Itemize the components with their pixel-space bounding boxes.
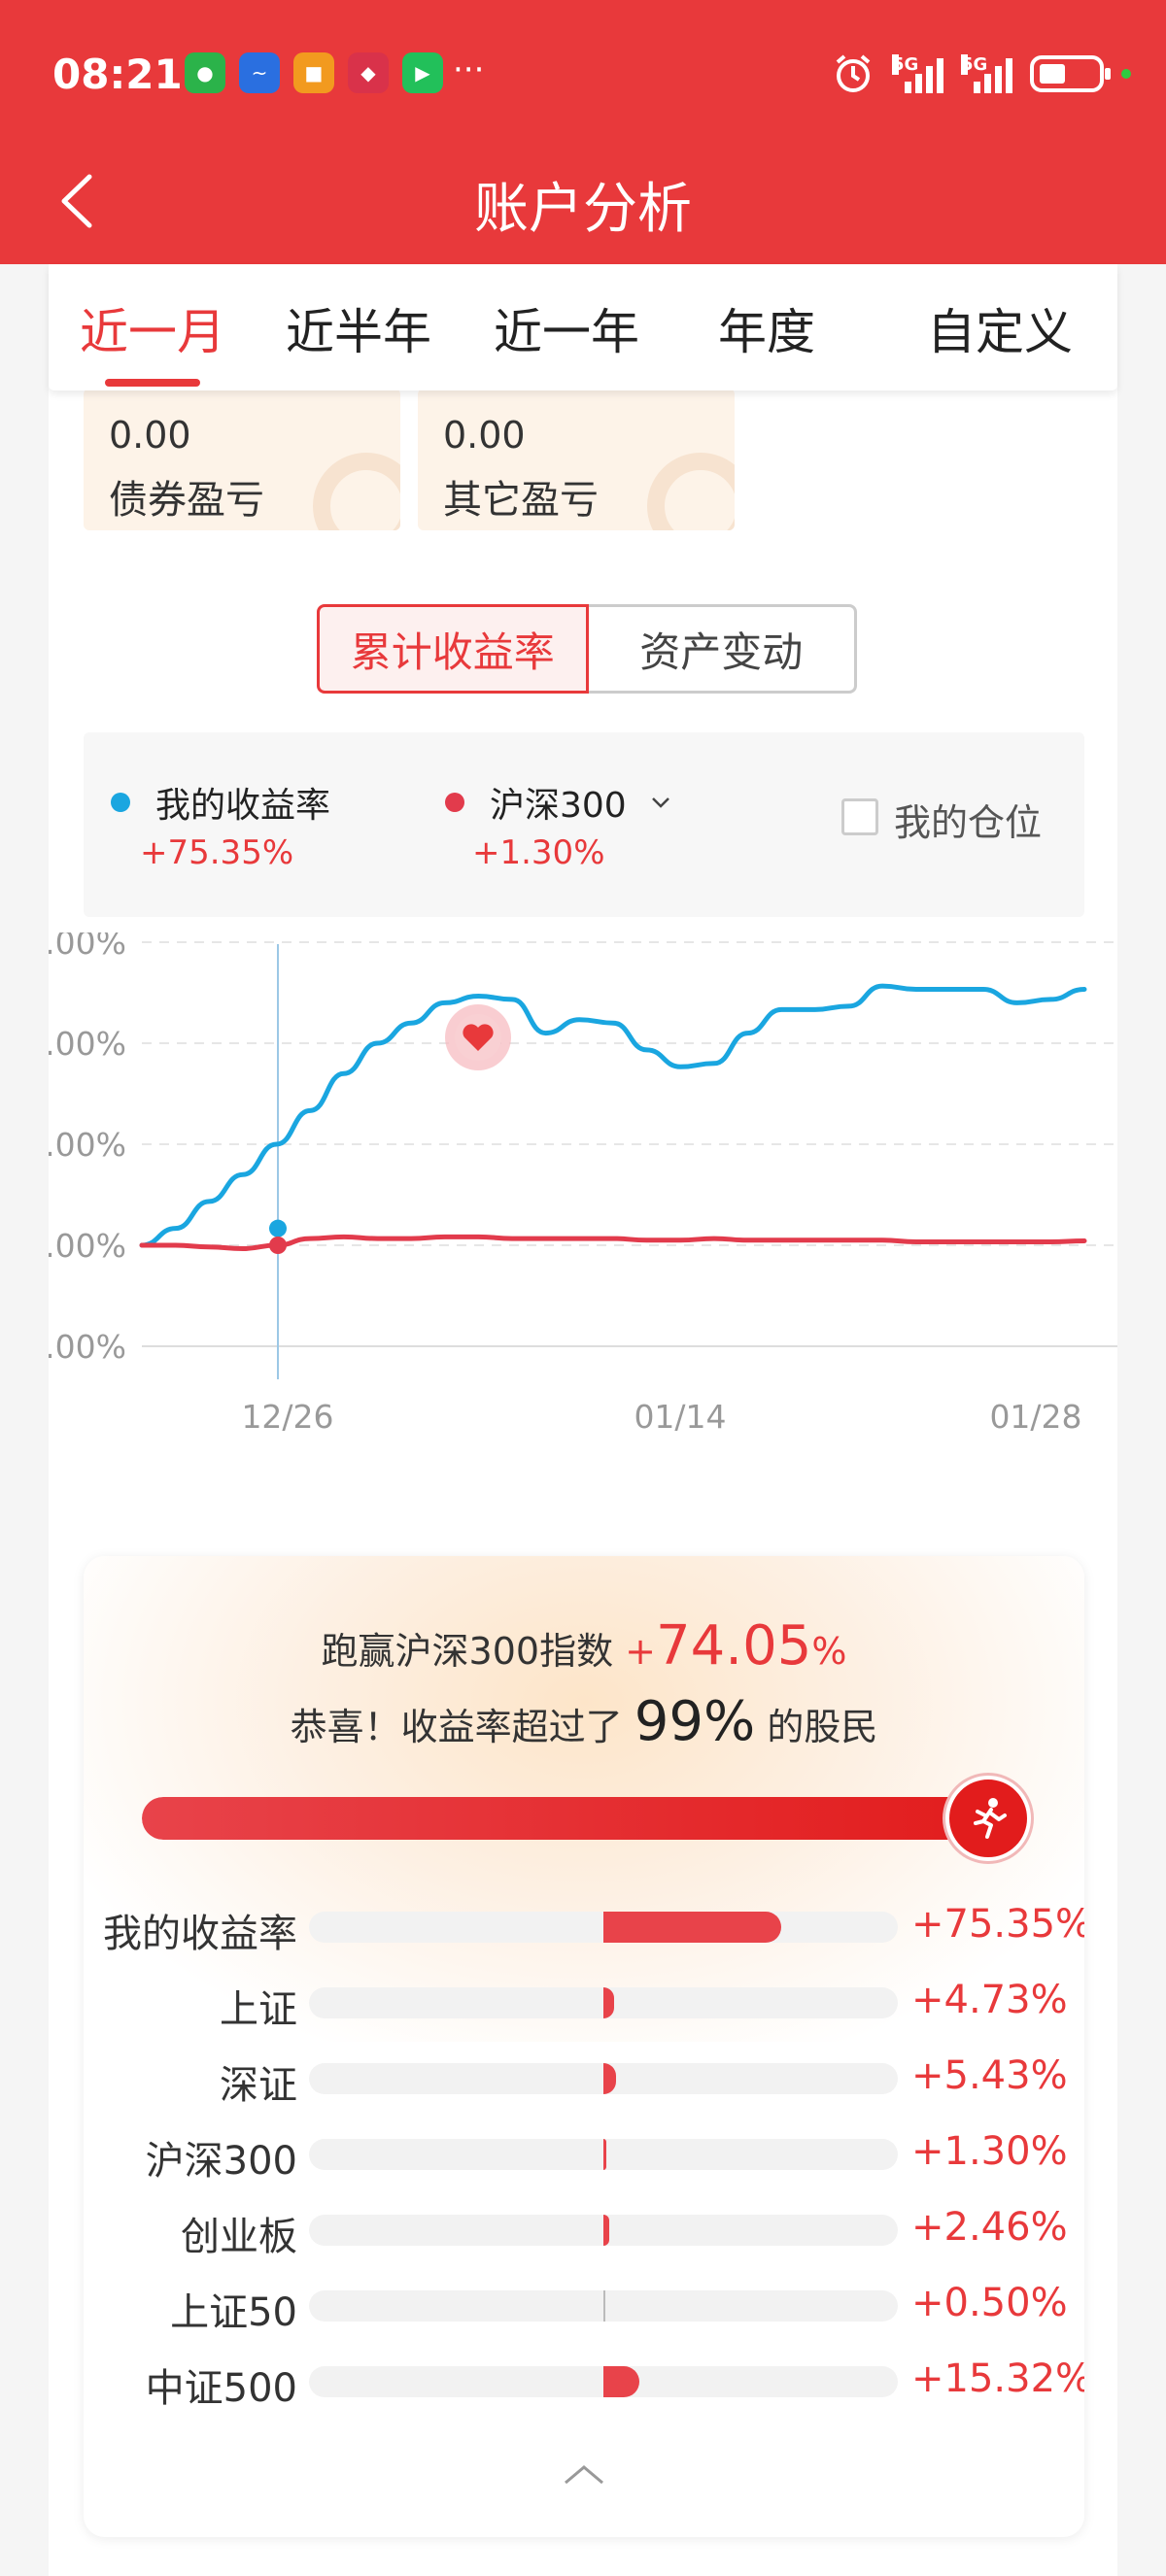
collapse-chevron-up-icon[interactable] — [560, 2459, 608, 2489]
csi300-point — [269, 1237, 287, 1254]
rank-progress-fill — [142, 1797, 1008, 1840]
battery-icon — [1030, 55, 1111, 92]
status-bar: 08:21 ● ~ ■ ◆ ▶ ··· 5G 5G — [0, 0, 1166, 146]
network-type-2: 5G — [961, 54, 988, 75]
benchmark-bar — [603, 2290, 605, 2322]
other-pnl-card[interactable]: 0.00 其它盈亏 — [418, 389, 735, 530]
benchmark-bar — [603, 2215, 609, 2246]
y-tick-label: 90.00% — [49, 932, 126, 962]
my-position-label: 我的仓位 — [894, 801, 1043, 844]
shopping-app-icon: ◆ — [348, 52, 389, 93]
benchmark-value: +5.43% — [911, 2053, 1068, 2098]
y-tick-label: -30.00% — [49, 1328, 126, 1366]
asset-change-button[interactable]: 资产变动 — [588, 604, 857, 694]
my-return-line — [139, 983, 1087, 1248]
page-title: 账户分析 — [474, 178, 692, 241]
beat-index-value: 74.05 — [656, 1614, 812, 1678]
csi300-legend-label[interactable]: 沪深300 — [490, 777, 627, 828]
messenger-icon: ~ — [239, 52, 280, 93]
benchmark-value: +4.73% — [911, 1978, 1068, 2022]
rank-suffix: 的股民 — [767, 1706, 878, 1748]
my-position-checkbox[interactable] — [841, 798, 878, 835]
rank-progress-track — [142, 1797, 1016, 1840]
other-pnl-value: 0.00 — [443, 414, 526, 457]
benchmark-bar — [603, 1912, 781, 1943]
signal-icon-2: 5G — [961, 54, 1012, 93]
csi300-legend-dot — [445, 793, 464, 812]
benchmark-row: 上证50 +0.50% — [84, 2277, 1084, 2335]
y-tick-label: 30.00% — [49, 1126, 126, 1164]
tab-annual[interactable]: 年度 — [705, 293, 828, 363]
my-return-legend-value: +75.35% — [140, 833, 294, 872]
csi300-legend-value: +1.30% — [472, 833, 605, 872]
chart-legend: 我的收益率 +75.35% 沪深300 +1.30% 我的仓位 — [84, 732, 1084, 917]
wechat-icon: ● — [185, 52, 225, 93]
benchmark-value: +2.46% — [911, 2205, 1068, 2250]
chevron-down-icon[interactable] — [649, 793, 672, 812]
benchmark-value: +75.35% — [911, 1902, 1084, 1947]
benchmark-row: 创业板 +2.46% — [84, 2201, 1084, 2259]
beat-index-sign: + — [625, 1630, 657, 1673]
card-decoration-icon — [647, 453, 735, 530]
benchmark-value: +0.50% — [911, 2281, 1068, 2325]
benchmark-label: 上证 — [220, 1987, 297, 2032]
red-packet-icon: ■ — [293, 52, 334, 93]
benchmark-label: 沪深300 — [145, 2139, 297, 2184]
signal-icon-1: 5G — [892, 54, 943, 93]
my-return-legend-label: 我的收益率 — [155, 786, 331, 826]
benchmark-label: 中证500 — [145, 2366, 297, 2411]
benchmark-label: 上证50 — [170, 2290, 297, 2335]
benchmark-row: 上证 +4.73% — [84, 1974, 1084, 2032]
active-tab-indicator — [105, 379, 200, 387]
status-time: 08:21 — [52, 51, 183, 98]
nav-bar: 账户分析 — [0, 146, 1166, 264]
cumulative-return-button[interactable]: 累计收益率 — [317, 604, 589, 694]
alarm-icon — [836, 54, 871, 92]
benchmark-comparison-card: 跑赢沪深300指数 +74.05% 恭喜！收益率超过了 99% 的股民 我的收益… — [84, 1556, 1084, 2537]
benchmark-row: 沪深300 +1.30% — [84, 2125, 1084, 2184]
tab-custom[interactable]: 自定义 — [919, 293, 1080, 363]
x-tick-label: 01/28 — [989, 1398, 1081, 1436]
tab-half-year[interactable]: 近半年 — [278, 293, 439, 363]
bond-pnl-label: 债券盈亏 — [109, 478, 264, 523]
more-notifications-icon: ··· — [453, 51, 485, 89]
benchmark-row: 深证 +5.43% — [84, 2050, 1084, 2108]
x-tick-label: 01/14 — [634, 1398, 726, 1436]
chart-mode-switch: 累计收益率 资产变动 — [317, 604, 857, 694]
tab-one-year[interactable]: 近一年 — [486, 293, 647, 363]
tab-one-month[interactable]: 近一月 — [76, 293, 229, 363]
notification-icons: ● ~ ■ ◆ ▶ — [185, 52, 443, 93]
benchmark-label: 我的收益率 — [103, 1912, 297, 1956]
bond-pnl-card[interactable]: 0.00 债券盈亏 — [84, 389, 400, 530]
y-tick-label: 60.00% — [49, 1025, 126, 1063]
bond-pnl-value: 0.00 — [109, 414, 191, 457]
benchmark-value: +1.30% — [911, 2129, 1068, 2174]
other-pnl-label: 其它盈亏 — [443, 478, 599, 523]
iqiyi-icon: ▶ — [402, 52, 443, 93]
benchmark-row: 中证500 +15.32% — [84, 2353, 1084, 2411]
beat-index-prefix: 跑赢沪深300指数 — [321, 1630, 614, 1673]
my-return-legend-dot — [111, 793, 130, 812]
runner-icon — [945, 1776, 1031, 1861]
benchmark-bar — [603, 2139, 607, 2170]
period-tabs: 近一月 近半年 近一年 年度 自定义 — [49, 264, 1117, 390]
benchmark-label: 创业板 — [181, 2215, 297, 2259]
benchmark-bar — [603, 2366, 640, 2397]
rank-value: 99% — [634, 1690, 756, 1753]
rank-line: 恭喜！收益率超过了 99% 的股民 — [84, 1690, 1084, 1753]
network-type-1: 5G — [892, 54, 919, 75]
privacy-indicator-dot — [1121, 69, 1131, 79]
y-tick-label: 0.00% — [49, 1227, 126, 1265]
return-line-chart[interactable]: 90.00% 60.00% 30.00% 0.00% -30.00% 12/26 01/14… — [49, 932, 1117, 1457]
card-decoration-icon — [313, 453, 400, 530]
my-return-point — [269, 1219, 287, 1237]
benchmark-label: 深证 — [220, 2063, 297, 2108]
analysis-content: 0.00 债券盈亏 0.00 其它盈亏 累计收益率 资产变动 我的收益率 +75… — [49, 369, 1117, 2576]
beat-index-unit: % — [811, 1630, 847, 1673]
x-tick-label: 12/26 — [241, 1398, 333, 1436]
rank-prefix: 恭喜！收益率超过了 — [290, 1706, 623, 1748]
benchmark-value: +15.32% — [911, 2356, 1084, 2401]
benchmark-row: 我的收益率 +75.35% — [84, 1898, 1084, 1956]
beat-index-line: 跑赢沪深300指数 +74.05% — [84, 1614, 1084, 1678]
